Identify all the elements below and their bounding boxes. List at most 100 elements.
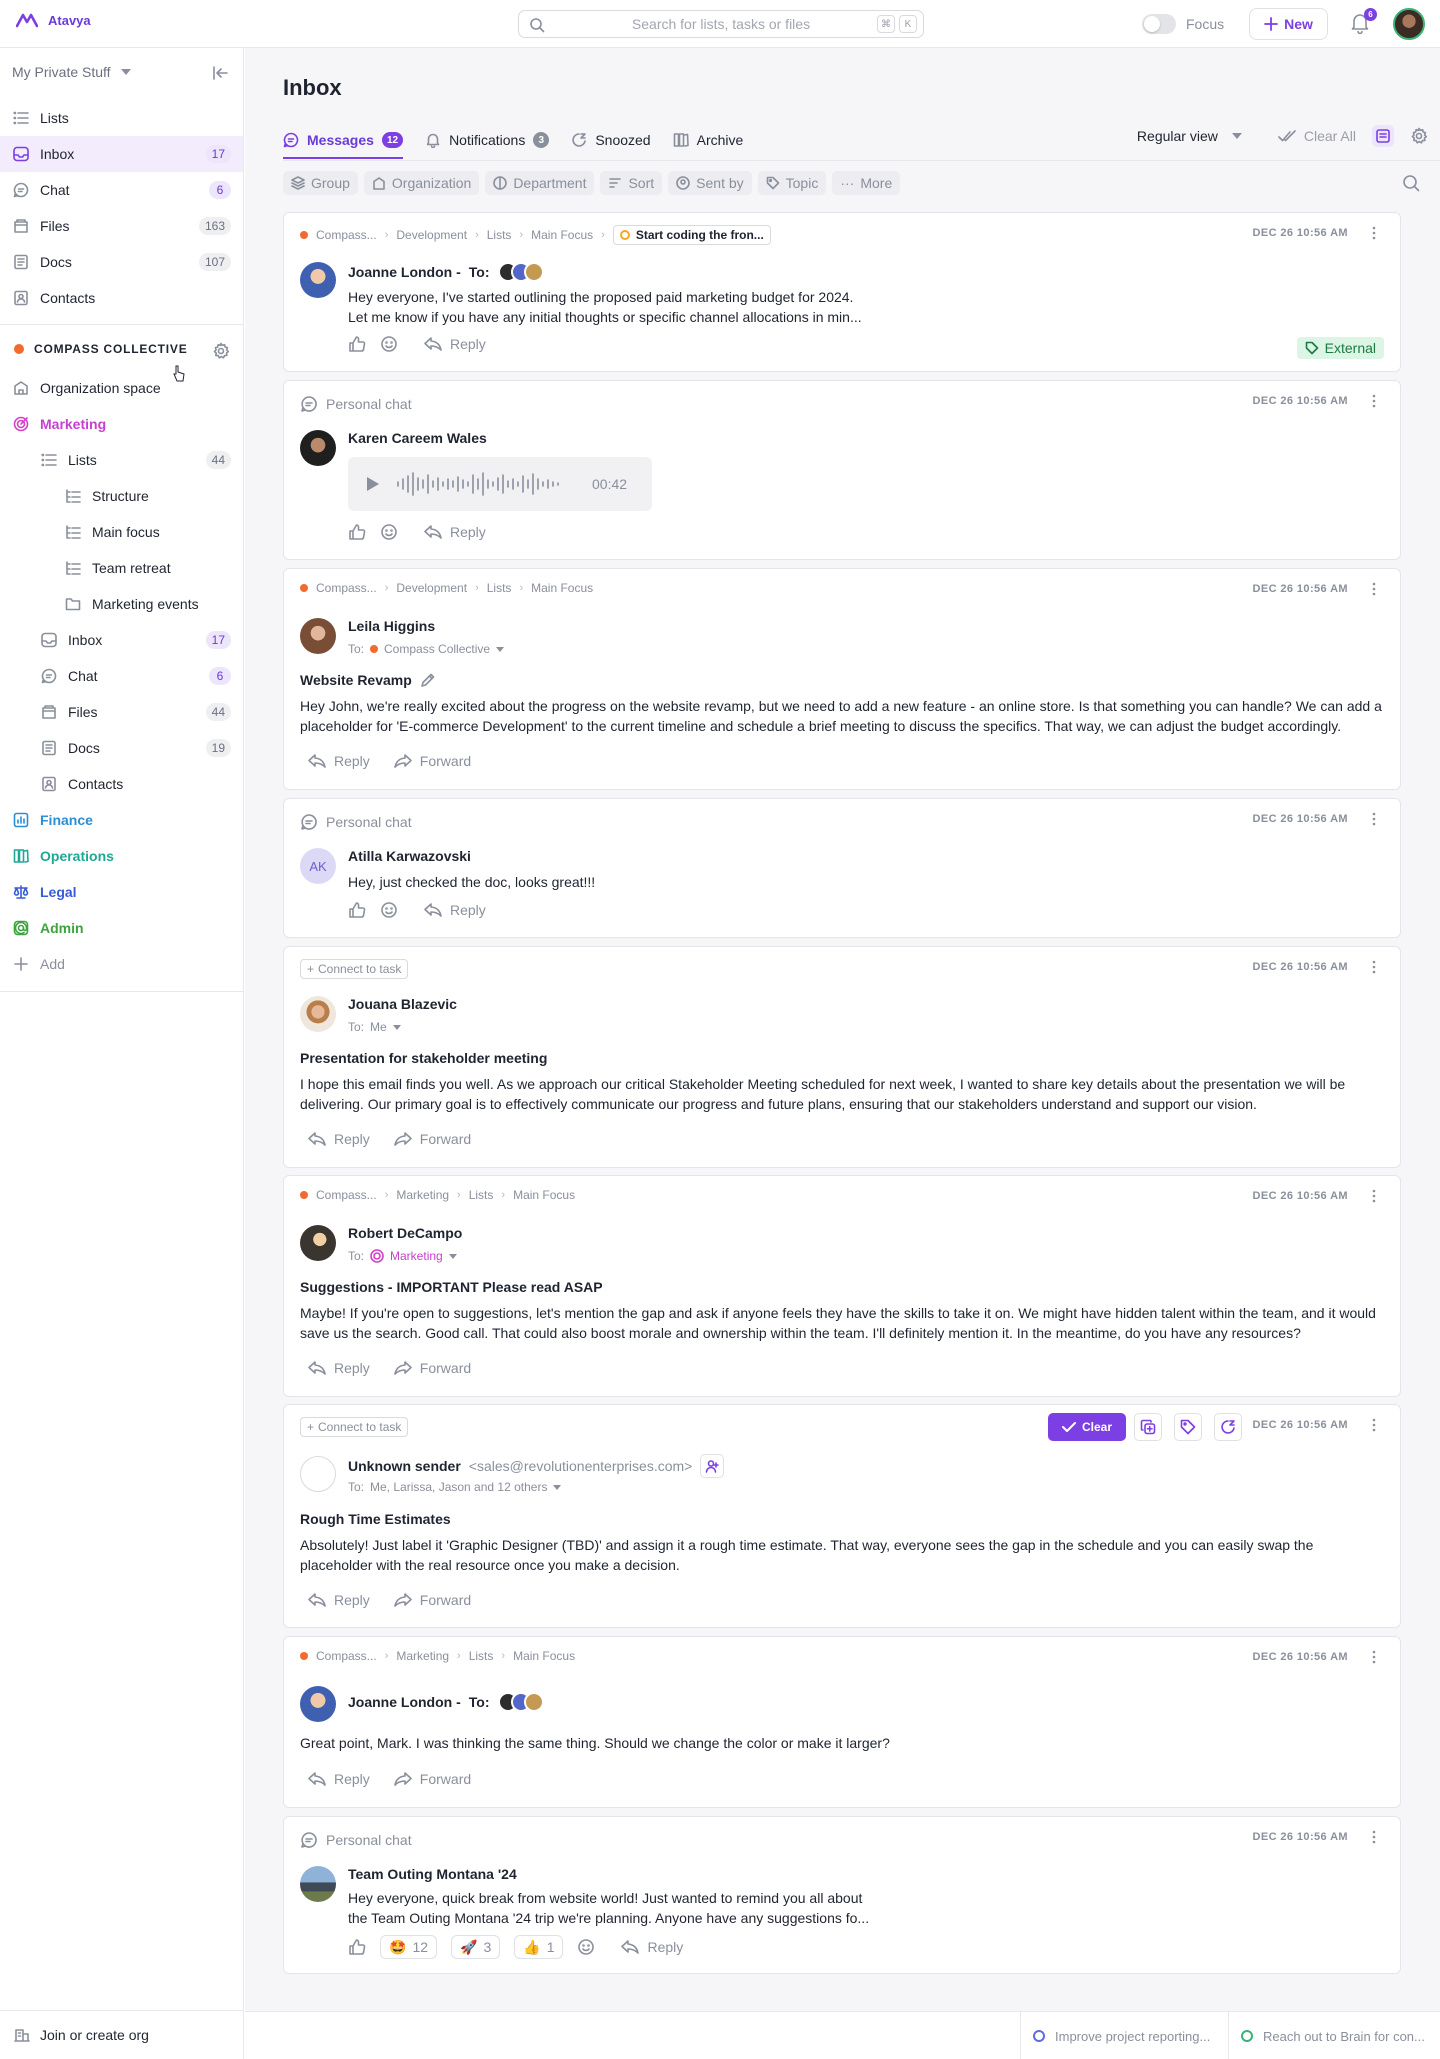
reply-button[interactable]: Reply — [308, 753, 370, 769]
filter-sort[interactable]: Sort — [600, 171, 663, 195]
breadcrumb-item[interactable]: Main Focus — [513, 1188, 575, 1202]
reaction-chip[interactable]: 🤩 12 — [380, 1935, 438, 1959]
sender-name[interactable]: Jouana Blazevic — [348, 996, 457, 1012]
sender-email[interactable]: <sales@revolutionenterprises.com> — [469, 1458, 693, 1474]
join-or-create-org-button[interactable]: Join or create org — [0, 2010, 243, 2059]
caret-down-icon[interactable] — [496, 646, 505, 652]
sidebar-item-lists[interactable]: Lists — [0, 100, 243, 136]
collapse-sidebar-icon[interactable] — [212, 66, 228, 80]
sidebar-item-marketing-lists[interactable]: Lists 44 — [0, 442, 243, 478]
message-card[interactable]: Compass... › Marketing › Lists › Main Focus… — [283, 1175, 1401, 1397]
view-select[interactable]: Regular view — [1137, 128, 1242, 144]
add-contact-button[interactable] — [700, 1454, 725, 1478]
caret-down-icon[interactable] — [448, 1253, 457, 1259]
tab-snoozed[interactable]: Snoozed — [571, 125, 651, 155]
breadcrumb-item[interactable]: Development — [396, 581, 467, 595]
reply-button[interactable]: Reply — [308, 1592, 370, 1608]
breadcrumb-item[interactable]: Compass... — [316, 1188, 377, 1202]
layout-toggle-button[interactable] — [1372, 125, 1394, 147]
sidebar-item-structure[interactable]: Structure — [0, 478, 243, 514]
clear-button[interactable]: Clear — [1048, 1413, 1126, 1441]
message-card[interactable]: Personal chat DEC 26 10:56 AM AK Atilla … — [283, 798, 1401, 938]
sender-name[interactable]: Robert DeCampo — [348, 1225, 462, 1241]
workspace-switcher[interactable]: My Private Stuff — [12, 64, 131, 80]
breadcrumb-item[interactable]: Main Focus — [513, 1649, 575, 1663]
reply-button[interactable]: Reply — [424, 336, 486, 352]
sender-name[interactable]: Atilla Karwazovski — [348, 848, 471, 864]
breadcrumb-item[interactable]: Development — [396, 228, 467, 242]
snooze-button[interactable] — [1214, 1413, 1242, 1441]
settings-gear-icon[interactable] — [1410, 127, 1428, 145]
sidebar-item-chat[interactable]: Chat 6 — [0, 172, 243, 208]
add-reaction-icon[interactable] — [380, 523, 398, 541]
breadcrumb-item[interactable]: Marketing — [396, 1188, 449, 1202]
org-header[interactable]: COMPASS COLLECTIVE — [14, 342, 188, 356]
tab-archive[interactable]: Archive — [673, 125, 743, 155]
reply-button[interactable]: Reply — [424, 524, 486, 540]
thumbs-up-icon[interactable] — [348, 335, 366, 353]
more-vertical-icon[interactable] — [1372, 581, 1376, 597]
focus-switch[interactable] — [1142, 14, 1176, 34]
org-settings-gear-icon[interactable] — [212, 342, 230, 360]
breadcrumb-item[interactable]: Main Focus — [531, 228, 593, 242]
copy-to-task-button[interactable] — [1134, 1413, 1162, 1441]
sidebar-item-inbox[interactable]: Inbox 17 — [0, 136, 243, 172]
tab-messages[interactable]: Messages 12 — [283, 125, 404, 159]
breadcrumb-item[interactable]: Lists — [469, 1188, 494, 1202]
avatar[interactable] — [300, 1866, 336, 1902]
sidebar-item-marketing[interactable]: Marketing — [0, 406, 243, 442]
breadcrumb-item[interactable]: Compass... — [316, 228, 377, 242]
message-card[interactable]: + Connect to task DEC 26 10:56 AM Jouana … — [283, 946, 1401, 1168]
sidebar-item-docs[interactable]: Docs 107 — [0, 244, 243, 280]
breadcrumb-item[interactable]: Lists — [487, 581, 512, 595]
recipient-avatars[interactable] — [497, 1692, 544, 1712]
avatar[interactable] — [300, 430, 336, 466]
reply-button[interactable]: Reply — [308, 1131, 370, 1147]
more-vertical-icon[interactable] — [1372, 811, 1376, 827]
reply-button[interactable]: Reply — [424, 902, 486, 918]
sender-name[interactable]: Team Outing Montana '24 — [348, 1866, 517, 1882]
add-reaction-icon[interactable] — [380, 335, 398, 353]
filter-organization[interactable]: Organization — [363, 171, 480, 195]
play-icon[interactable] — [366, 476, 380, 492]
breadcrumb-item[interactable]: Lists — [469, 1649, 494, 1663]
breadcrumb-item[interactable]: Main Focus — [531, 581, 593, 595]
thumbs-up-icon[interactable] — [348, 523, 366, 541]
message-card[interactable]: Personal chat DEC 26 10:56 AM Karen Care… — [283, 380, 1401, 560]
more-vertical-icon[interactable] — [1372, 225, 1376, 241]
sidebar-item-team-retreat[interactable]: Team retreat — [0, 550, 243, 586]
filter-sent-by[interactable]: Sent by — [668, 171, 752, 195]
search-icon[interactable] — [1402, 174, 1420, 192]
sidebar-item-marketing-events[interactable]: Marketing events — [0, 586, 243, 622]
sidebar-item-finance[interactable]: Finance — [0, 802, 243, 838]
sidebar-item-marketing-inbox[interactable]: Inbox 17 — [0, 622, 243, 658]
tag-button[interactable] — [1174, 1413, 1202, 1441]
breadcrumb-item[interactable]: Compass... — [316, 581, 377, 595]
tab-notifications[interactable]: Notifications 3 — [425, 125, 550, 155]
caret-down-icon[interactable] — [553, 1484, 562, 1490]
clear-all-button[interactable]: Clear All — [1278, 128, 1356, 144]
avatar[interactable] — [300, 618, 336, 654]
filter-more[interactable]: ··· More — [832, 171, 901, 195]
avatar[interactable] — [300, 1686, 336, 1722]
more-vertical-icon[interactable] — [1372, 1188, 1376, 1204]
forward-button[interactable]: Forward — [393, 1771, 471, 1787]
footer-task-item[interactable]: Improve project reporting... — [1020, 2012, 1228, 2059]
avatar[interactable] — [300, 1456, 336, 1492]
message-card[interactable]: Compass... › Development › Lists › Main Foc… — [283, 212, 1401, 372]
breadcrumb-item[interactable]: Lists — [487, 228, 512, 242]
sidebar-item-marketing-docs[interactable]: Docs 19 — [0, 730, 243, 766]
breadcrumb-item[interactable]: Compass... — [316, 1649, 377, 1663]
reply-button[interactable]: Reply — [308, 1771, 370, 1787]
sidebar-item-organization-space[interactable]: Organization space — [0, 370, 243, 406]
message-card[interactable]: + Connect to task Clear DEC 26 10:56 AM U… — [283, 1404, 1401, 1628]
reaction-chip[interactable]: 🚀 3 — [451, 1935, 501, 1959]
notifications-button[interactable]: 6 — [1350, 8, 1377, 34]
sidebar-item-contacts[interactable]: Contacts — [0, 280, 243, 316]
sidebar-item-marketing-files[interactable]: Files 44 — [0, 694, 243, 730]
more-vertical-icon[interactable] — [1372, 393, 1376, 409]
sidebar-item-admin[interactable]: Admin — [0, 910, 243, 946]
sender-name[interactable]: Joanne London - — [348, 1694, 461, 1710]
sender-name[interactable]: Joanne London - — [348, 264, 461, 280]
filter-topic[interactable]: Topic — [757, 171, 827, 195]
